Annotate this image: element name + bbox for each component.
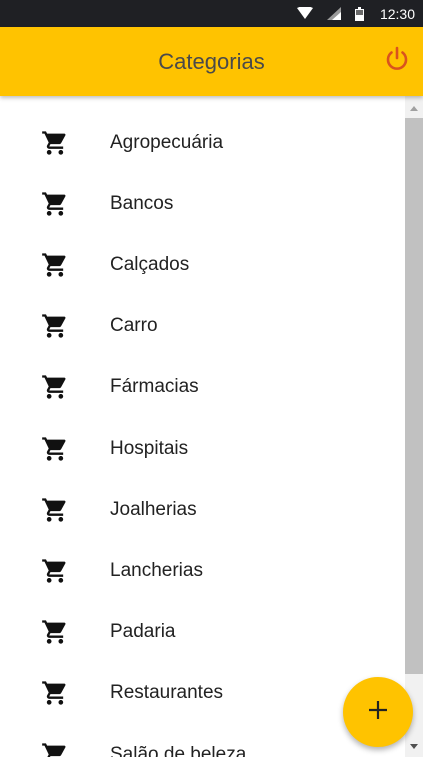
cart-icon xyxy=(40,678,70,708)
page-title: Categorias xyxy=(158,48,265,74)
cart-icon xyxy=(40,189,70,219)
power-icon xyxy=(383,45,411,78)
signal-icon xyxy=(326,7,341,20)
category-label: Calçados xyxy=(110,253,190,275)
cart-icon xyxy=(40,128,70,158)
category-list: Agropecuária Bancos Calçados Carro Fármacias… xyxy=(0,96,405,757)
cart-icon xyxy=(40,556,70,586)
cart-icon xyxy=(40,617,70,647)
list-item[interactable]: Calçados xyxy=(0,234,405,295)
list-item[interactable]: Agropecuária xyxy=(0,112,405,173)
scroll-up-arrow[interactable] xyxy=(405,100,423,116)
list-item[interactable]: Salão de beleza xyxy=(0,724,405,757)
category-label: Carro xyxy=(110,315,158,337)
list-item[interactable]: Bancos xyxy=(0,173,405,234)
list-item[interactable]: Lancherias xyxy=(0,540,405,601)
cart-icon xyxy=(40,250,70,280)
status-icons: 12:30 xyxy=(296,0,415,27)
scrollbar-thumb[interactable] xyxy=(405,118,423,674)
category-label: Bancos xyxy=(110,192,174,214)
cart-icon xyxy=(40,740,70,757)
category-label: Joalherias xyxy=(110,498,197,520)
cart-icon xyxy=(40,434,70,464)
category-label: Lancherias xyxy=(110,559,203,581)
category-label: Hospitais xyxy=(110,437,189,459)
plus-icon xyxy=(368,700,388,725)
list-item[interactable]: Joalherias xyxy=(0,479,405,540)
logout-button[interactable] xyxy=(381,45,413,77)
add-category-button[interactable] xyxy=(343,677,413,747)
list-item[interactable]: Hospitais xyxy=(0,418,405,479)
list-item[interactable]: Padaria xyxy=(0,602,405,663)
wifi-icon xyxy=(296,7,313,20)
cart-icon xyxy=(40,372,70,402)
category-label: Agropecuária xyxy=(110,131,224,153)
status-time: 12:30 xyxy=(379,5,415,22)
app-bar: Categorias xyxy=(0,27,423,96)
status-bar: 12:30 xyxy=(0,0,423,27)
category-label: Salão de beleza xyxy=(110,743,247,757)
list-item[interactable]: Carro xyxy=(0,296,405,357)
category-label: Restaurantes xyxy=(110,682,224,704)
cart-icon xyxy=(40,311,70,341)
category-label: Fármacias xyxy=(110,376,199,398)
category-label: Padaria xyxy=(110,621,176,643)
battery-icon xyxy=(354,6,364,21)
list-item[interactable]: Fármacias xyxy=(0,357,405,418)
scroll-down-arrow[interactable] xyxy=(405,738,423,754)
cart-icon xyxy=(40,495,70,525)
